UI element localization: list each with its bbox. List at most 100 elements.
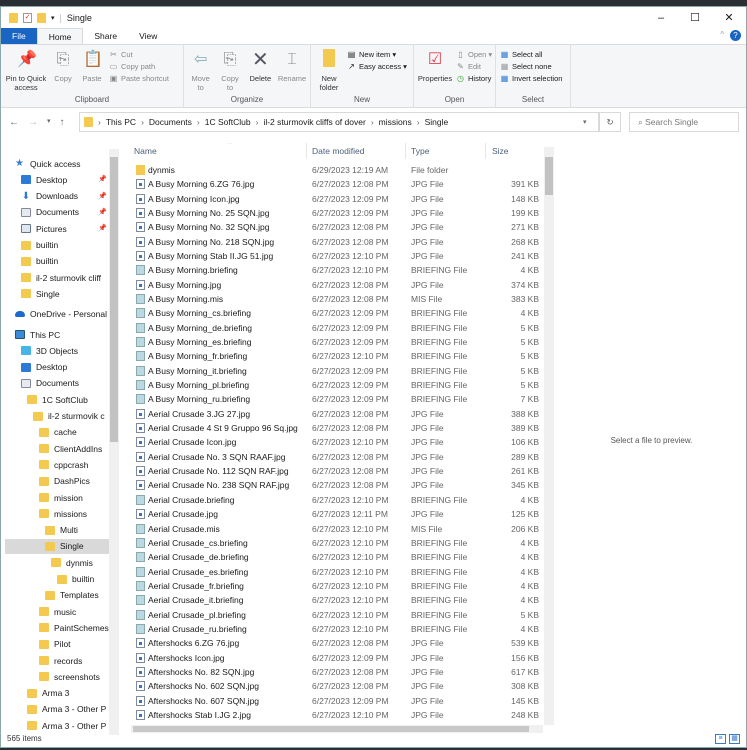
sidebar-item[interactable]: Single xyxy=(21,286,120,301)
paste-shortcut-button[interactable]: ▣ Paste shortcut xyxy=(109,74,169,83)
file-row[interactable]: A Busy Morning No. 25 SQN.jpg 6/27/2023 1… xyxy=(128,206,543,220)
sidebar-item[interactable]: music xyxy=(39,604,120,619)
file-row[interactable]: A Busy Morning_es.briefing 6/27/2023 12:0… xyxy=(128,335,543,349)
edit-button[interactable]: ✎ Edit xyxy=(456,62,492,71)
new-folder-quick-icon[interactable] xyxy=(37,12,46,23)
file-row[interactable]: Aftershocks No. 607 SQN.jpg 6/27/2023 12:… xyxy=(128,694,543,708)
sidebar-item[interactable]: il-2 sturmovik c xyxy=(33,409,120,424)
sidebar-item[interactable]: cache xyxy=(39,425,120,440)
file-row[interactable]: A Busy Morning.mis 6/27/2023 12:08 PM MIS … xyxy=(128,292,543,306)
maximize-button[interactable]: ☐ xyxy=(678,9,712,27)
file-row[interactable]: Aerial Crusade_cs.briefing 6/27/2023 12:1… xyxy=(128,536,543,550)
file-row[interactable]: Aftershocks No. 602 SQN.jpg 6/27/2023 12:… xyxy=(128,679,543,693)
file-list-scrollbar[interactable] xyxy=(544,147,554,725)
file-row[interactable]: A Busy Morning Icon.jpg 6/27/2023 12:09 P… xyxy=(128,192,543,206)
file-row[interactable]: A Busy Morning_ru.briefing 6/27/2023 12:0… xyxy=(128,392,543,406)
file-row[interactable]: Aerial Crusade 3.JG 27.jpg 6/27/2023 12:0… xyxy=(128,407,543,421)
tab-view[interactable]: View xyxy=(128,28,168,44)
breadcrumb-item[interactable]: Documents xyxy=(149,117,192,127)
search-input[interactable]: ⌕ Search Single xyxy=(629,112,739,132)
sidebar-item[interactable]: PaintSchemes xyxy=(39,620,120,635)
history-button[interactable]: ◷ History xyxy=(456,74,492,83)
address-dropdown-icon[interactable]: ▾ xyxy=(583,118,587,126)
file-row[interactable]: A Busy Morning.jpg 6/27/2023 12:08 PM JPG … xyxy=(128,278,543,292)
path-separator-icon[interactable]: › xyxy=(256,117,259,127)
details-view-icon[interactable]: ≡ xyxy=(715,734,726,744)
file-row[interactable]: Aerial Crusade No. 238 SQN RAF.jpg 6/27/2… xyxy=(128,478,543,492)
file-row[interactable]: Aerial Crusade.mis 6/27/2023 12:10 PM MIS … xyxy=(128,522,543,536)
path-separator-icon[interactable]: › xyxy=(371,117,374,127)
file-row[interactable]: Aftershocks Icon.jpg 6/27/2023 12:09 PM JP… xyxy=(128,651,543,665)
help-icon[interactable]: ? xyxy=(730,30,741,41)
sidebar-item[interactable]: screenshots xyxy=(39,669,120,684)
file-row[interactable]: A Busy Morning.briefing 6/27/2023 12:10 P… xyxy=(128,263,543,277)
sidebar-item[interactable]: builtin xyxy=(21,238,120,253)
sidebar-item[interactable]: missions xyxy=(39,506,120,521)
column-header-type[interactable]: Type xyxy=(411,146,429,156)
sidebar-item[interactable]: 3D Objects xyxy=(21,343,120,358)
sidebar-item[interactable]: il-2 sturmovik cliff xyxy=(21,270,120,285)
up-arrow-icon[interactable]: ↑ xyxy=(60,117,65,128)
breadcrumb-item[interactable]: Single xyxy=(425,117,449,127)
breadcrumb-item[interactable]: This PC xyxy=(106,117,136,127)
properties-quick-icon[interactable]: ✓ xyxy=(23,12,32,23)
column-header-date[interactable]: Date modified xyxy=(312,146,364,156)
file-row[interactable]: dynmis 6/29/2023 12:19 AM File folder xyxy=(128,163,543,177)
file-row[interactable]: A Busy Morning_pl.briefing 6/27/2023 12:0… xyxy=(128,378,543,392)
sidebar-item[interactable]: OneDrive - Personal xyxy=(15,307,120,322)
sidebar-item[interactable]: records xyxy=(39,653,120,668)
breadcrumb-item[interactable]: missions xyxy=(379,117,412,127)
file-row[interactable]: Aftershocks Stab I.JG 2.jpg 6/27/2023 12:… xyxy=(128,708,543,722)
breadcrumb-item[interactable]: il-2 sturmovik cliffs of dover xyxy=(263,117,365,127)
path-separator-icon[interactable]: › xyxy=(417,117,420,127)
sidebar-item[interactable]: Documents xyxy=(21,376,120,391)
customize-toolbar-icon[interactable]: ▾ xyxy=(51,14,55,22)
cut-button[interactable]: ✂ Cut xyxy=(109,50,169,59)
pin-icon[interactable]: 📌 xyxy=(98,175,107,183)
file-row[interactable]: A Busy Morning No. 218 SQN.jpg 6/27/2023 … xyxy=(128,235,543,249)
select-none-button[interactable]: ▦ Select none xyxy=(500,62,562,71)
recent-dropdown-icon[interactable]: ▾ xyxy=(47,117,51,128)
path-separator-icon[interactable]: › xyxy=(197,117,200,127)
file-row[interactable]: A Busy Morning_de.briefing 6/27/2023 12:0… xyxy=(128,321,543,335)
sidebar-item[interactable]: Arma 3 xyxy=(27,686,120,701)
file-row[interactable]: A Busy Morning 6.ZG 76.jpg 6/27/2023 12:0… xyxy=(128,177,543,191)
file-row[interactable]: Aftershocks No. 82 SQN.jpg 6/27/2023 12:0… xyxy=(128,665,543,679)
file-row[interactable]: A Busy Morning No. 32 SQN.jpg 6/27/2023 1… xyxy=(128,220,543,234)
sidebar-item[interactable]: Pilot xyxy=(39,637,120,652)
tab-file[interactable]: File xyxy=(1,28,37,44)
close-button[interactable]: ✕ xyxy=(712,9,746,27)
file-row[interactable]: Aerial Crusade No. 112 SQN RAF.jpg 6/27/2… xyxy=(128,464,543,478)
navigation-scrollbar[interactable] xyxy=(109,149,119,735)
pin-icon[interactable]: 📌 xyxy=(98,208,107,216)
copy-path-button[interactable]: ▭ Copy path xyxy=(109,62,169,71)
file-row[interactable]: Aerial Crusade_it.briefing 6/27/2023 12:1… xyxy=(128,593,543,607)
file-row[interactable]: Aerial Crusade_fr.briefing 6/27/2023 12:1… xyxy=(128,579,543,593)
file-row[interactable]: A Busy Morning_it.briefing 6/27/2023 12:0… xyxy=(128,364,543,378)
pin-icon[interactable]: 📌 xyxy=(98,192,107,200)
file-row[interactable]: Aftershocks 6.ZG 76.jpg 6/27/2023 12:08 P… xyxy=(128,636,543,650)
file-row[interactable]: Aerial Crusade No. 3 SQN RAAF.jpg 6/27/20… xyxy=(128,450,543,464)
tab-home[interactable]: Home xyxy=(36,28,84,44)
path-separator-icon[interactable]: › xyxy=(98,117,101,127)
file-row[interactable]: Aerial Crusade.jpg 6/27/2023 12:11 PM JPG … xyxy=(128,507,543,521)
sidebar-item[interactable]: DashPics xyxy=(39,474,120,489)
file-row[interactable]: Aerial Crusade Icon.jpg 6/27/2023 12:10 P… xyxy=(128,435,543,449)
sidebar-item[interactable]: builtin xyxy=(21,254,120,269)
file-row[interactable]: Aerial Crusade.briefing 6/27/2023 12:10 P… xyxy=(128,493,543,507)
open-button[interactable]: ▯ Open ▾ xyxy=(456,50,492,59)
address-bar[interactable]: › This PC › Documents › 1C SoftClub › il-2 stur… xyxy=(79,112,599,132)
large-icons-view-icon[interactable]: ▦ xyxy=(729,734,740,744)
sidebar-item[interactable]: Single xyxy=(5,538,109,554)
sidebar-item[interactable]: ClientAddIns xyxy=(39,441,120,456)
column-header-name[interactable]: Name xyxy=(134,146,157,156)
breadcrumb-item[interactable]: 1C SoftClub xyxy=(205,117,251,127)
sidebar-item[interactable]: cppcrash xyxy=(39,457,120,472)
forward-arrow-icon[interactable]: → xyxy=(28,117,38,128)
sidebar-item[interactable]: 1C SoftClub xyxy=(27,392,120,407)
refresh-button[interactable]: ↻ xyxy=(599,112,621,132)
file-row[interactable]: Aerial Crusade_es.briefing 6/27/2023 12:1… xyxy=(128,565,543,579)
tab-share[interactable]: Share xyxy=(83,28,128,44)
sidebar-item[interactable]: Desktop xyxy=(21,360,120,375)
sidebar-item[interactable]: This PC xyxy=(15,327,120,342)
